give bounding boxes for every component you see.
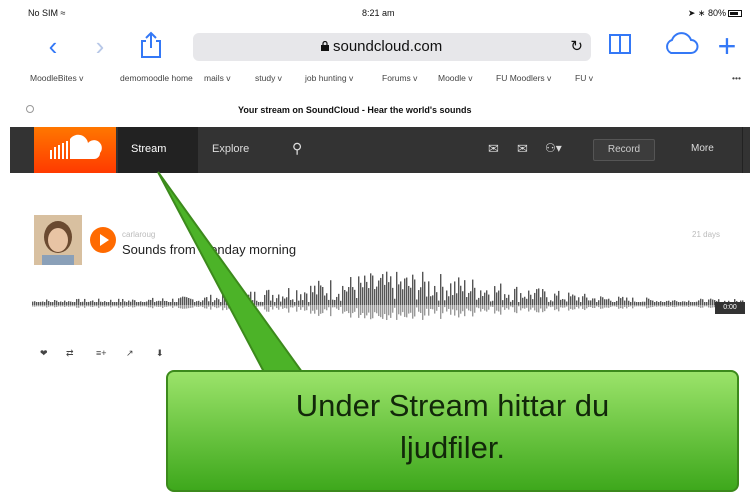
forward-button[interactable]: › (85, 31, 115, 61)
bluetooth-icon: ∗ (697, 8, 706, 18)
bookmarks-bar: MoodleBites v demomoodle home mails v st… (10, 70, 750, 88)
soundcloud-logo[interactable] (34, 127, 116, 173)
more-button[interactable]: More (691, 143, 714, 154)
avatar-image (34, 215, 82, 265)
icloud-button[interactable] (661, 31, 701, 61)
track-duration: 0:00 (715, 302, 745, 314)
download-icon[interactable]: ⬇ (156, 348, 164, 359)
tabs-button[interactable] (605, 31, 635, 61)
battery-icon (728, 10, 742, 18)
close-tab-icon[interactable] (26, 105, 34, 113)
track-title[interactable]: Sounds from Monday morning (122, 242, 296, 257)
book-icon (609, 34, 631, 54)
bookmark-item[interactable]: mails v (204, 73, 230, 83)
bookmark-item[interactable]: FU v (575, 73, 593, 83)
record-button[interactable]: Record (593, 139, 655, 161)
header-divider (742, 127, 743, 173)
mail-icon[interactable]: ✉ (517, 141, 528, 157)
url-text: soundcloud.com (333, 38, 443, 55)
track-time-ago: 21 days (692, 230, 721, 239)
tab-title-bar: Your stream on SoundCloud - Hear the wor… (10, 99, 750, 119)
callout-box: Under Stream hittar du ljudfiler. (166, 370, 739, 492)
soundcloud-logo-icon (50, 134, 102, 159)
bookmark-item[interactable]: Forums v (382, 73, 417, 83)
bookmark-item[interactable]: FU Moodlers v (496, 73, 551, 83)
new-tab-button[interactable]: + (712, 30, 742, 62)
share-button[interactable] (136, 31, 166, 61)
bookmark-item[interactable]: Moodle v (438, 73, 473, 83)
add-to-playlist-icon[interactable]: ≡+ (96, 348, 107, 358)
share-icon (141, 31, 161, 58)
bookmark-item[interactable]: study v (255, 73, 282, 83)
bookmark-item[interactable]: MoodleBites v (30, 73, 83, 83)
address-bar[interactable]: soundcloud.com ↻ (193, 33, 591, 61)
messages-icon[interactable]: ✉ (488, 141, 499, 157)
soundcloud-header: Stream Explore ⚲ ✉ ✉ ⚇▾ Record More (10, 127, 750, 173)
wifi-icon: ≈ (60, 8, 66, 18)
bookmark-item[interactable]: demomoodle home (120, 73, 193, 83)
play-button[interactable] (90, 227, 116, 253)
lock-icon (321, 41, 329, 51)
back-button[interactable]: ‹ (38, 31, 68, 61)
status-bar: No SIM ≈ 8:21 am ➤ ∗ 80% (10, 0, 750, 26)
tab-explore[interactable]: Explore (212, 143, 249, 155)
carrier-label: No SIM ≈ (28, 8, 66, 18)
page-title: Your stream on SoundCloud - Hear the wor… (238, 105, 472, 115)
callout-text-line1: Under Stream hittar du (295, 388, 610, 423)
cloud-icon (666, 32, 699, 54)
bookmark-item[interactable]: job hunting v (305, 73, 353, 83)
reload-icon[interactable]: ↻ (570, 37, 583, 55)
tab-stream[interactable]: Stream (131, 143, 166, 155)
share-track-icon[interactable]: ↗ (126, 348, 134, 359)
location-icon: ➤ (687, 8, 696, 18)
search-icon[interactable]: ⚲ (292, 140, 302, 157)
bookmark-overflow[interactable]: ••• (732, 73, 741, 83)
browser-toolbar: ‹ › soundcloud.com ↻ + (10, 27, 750, 65)
waveform[interactable] (32, 265, 744, 345)
like-icon[interactable]: ❤ (40, 348, 48, 359)
avatar[interactable] (34, 215, 82, 265)
track-uploader[interactable]: carlaroug (122, 230, 155, 239)
clock: 8:21 am (362, 8, 395, 18)
battery-status: ➤ ∗ 80% (688, 8, 742, 19)
callout-text-line2: ljudfiler. (399, 430, 506, 465)
user-menu-icon[interactable]: ⚇▾ (545, 141, 562, 155)
repost-icon[interactable]: ⇄ (66, 348, 74, 359)
